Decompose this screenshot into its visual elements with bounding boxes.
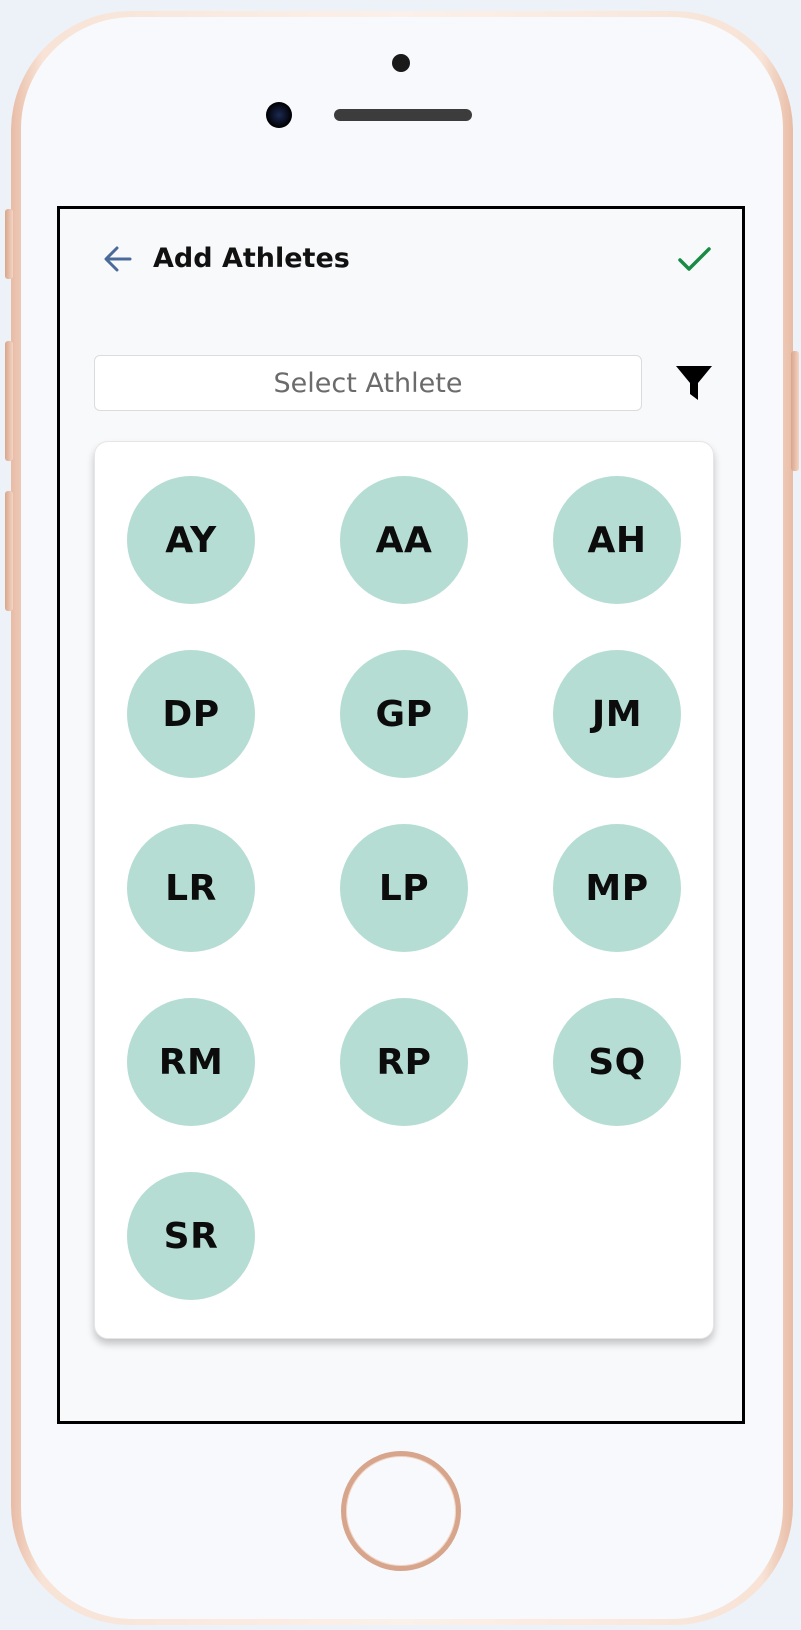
athlete-avatar[interactable]: LR	[127, 824, 255, 952]
athlete-initials: SR	[163, 1215, 219, 1257]
confirm-button[interactable]	[674, 239, 714, 279]
volume-down-button	[5, 491, 13, 611]
athlete-initials: MP	[585, 867, 649, 909]
athlete-avatar[interactable]: DP	[127, 650, 255, 778]
volume-up-button	[5, 341, 13, 461]
app-header: Add Athletes	[60, 209, 742, 309]
back-button[interactable]	[100, 241, 136, 277]
athlete-initials: SQ	[588, 1041, 646, 1083]
proximity-sensor	[392, 54, 410, 72]
filter-button[interactable]	[674, 363, 714, 403]
athlete-initials: AY	[165, 519, 217, 561]
athlete-initials: GP	[375, 693, 433, 735]
athlete-initials: RM	[158, 1041, 224, 1083]
athlete-initials: AA	[375, 519, 433, 561]
athlete-avatar[interactable]: SQ	[553, 998, 681, 1126]
athlete-avatar[interactable]: RP	[340, 998, 468, 1126]
power-button	[791, 351, 799, 471]
checkmark-icon	[678, 247, 711, 271]
athlete-avatar[interactable]: RM	[127, 998, 255, 1126]
athlete-initials: LP	[378, 867, 430, 909]
athlete-avatar[interactable]: LP	[340, 824, 468, 952]
filter-icon	[676, 366, 712, 400]
athlete-avatar[interactable]: MP	[553, 824, 681, 952]
athlete-initials: LR	[165, 867, 217, 909]
athlete-avatar[interactable]: AY	[127, 476, 255, 604]
select-athlete-input[interactable]	[94, 355, 642, 411]
search-row	[94, 355, 714, 411]
athlete-avatar[interactable]: GP	[340, 650, 468, 778]
athlete-avatar[interactable]: JM	[553, 650, 681, 778]
page-title: Add Athletes	[153, 243, 350, 274]
athlete-avatar[interactable]: SR	[127, 1172, 255, 1300]
athlete-initials: AH	[587, 519, 647, 561]
front-camera	[266, 102, 292, 128]
athlete-avatar[interactable]: AH	[553, 476, 681, 604]
home-button[interactable]	[341, 1451, 461, 1571]
athlete-initials: RP	[376, 1041, 432, 1083]
athlete-grid: AY AA AH DP GP JM LR LP MP RM RP SQ SR	[127, 476, 683, 1300]
silent-switch	[5, 209, 13, 279]
earpiece-speaker	[334, 109, 472, 121]
arrow-left-icon	[104, 246, 132, 272]
athlete-initials: DP	[162, 693, 220, 735]
app-screen: Add Athletes AY AA AH DP GP JM LR LP MP …	[57, 206, 745, 1424]
athlete-avatar[interactable]: AA	[340, 476, 468, 604]
athlete-initials: JM	[591, 693, 643, 735]
athlete-list-card: AY AA AH DP GP JM LR LP MP RM RP SQ SR	[94, 441, 714, 1339]
